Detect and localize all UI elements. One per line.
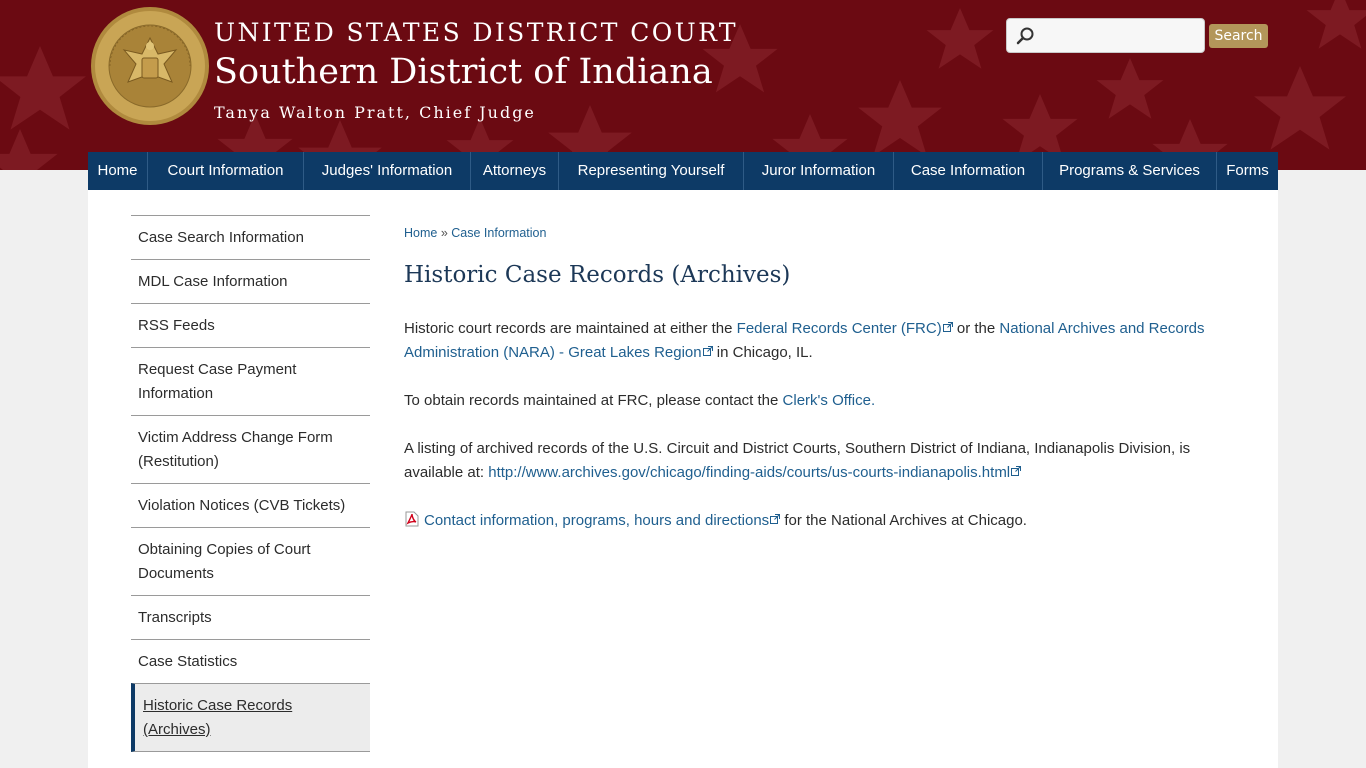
clerks-office-link[interactable]: Clerk's Office. (783, 392, 876, 409)
paragraph-national-archives-contact: Contact information, programs, hours and… (404, 509, 1244, 533)
sidebar-item-obtaining-copies[interactable]: Obtaining Copies of Court Documents (131, 527, 370, 595)
breadcrumb-case-information-link[interactable]: Case Information (451, 226, 546, 240)
external-link-icon (770, 514, 781, 524)
sidebar-item-rss-feeds[interactable]: RSS Feeds (131, 303, 370, 347)
nav-item-attorneys[interactable]: Attorneys (471, 152, 559, 190)
nav-item-case-information[interactable]: Case Information (894, 152, 1043, 190)
pdf-icon (405, 511, 419, 527)
main-nav: Home Court Information Judges' Informati… (88, 152, 1278, 190)
nav-item-programs-services[interactable]: Programs & Services (1043, 152, 1217, 190)
external-link-icon (702, 346, 713, 356)
chief-judge-line: Tanya Walton Pratt, Chief Judge (214, 103, 536, 122)
external-link-icon (1011, 466, 1022, 476)
paragraph-archived-listing: A listing of archived records of the U.S… (404, 437, 1244, 485)
archives-url-link[interactable]: http://www.archives.gov/chicago/finding-… (488, 464, 1010, 481)
sidebar-item-mdl-case-information[interactable]: MDL Case Information (131, 259, 370, 303)
court-seal-logo[interactable] (90, 6, 210, 126)
search-field[interactable] (1006, 18, 1205, 53)
page-title: Historic Case Records (Archives) (404, 262, 791, 288)
paragraph-records-location: Historic court records are maintained at… (404, 317, 1244, 365)
p1-text-1: Historic court records are maintained at… (404, 320, 737, 337)
search-input[interactable] (1041, 23, 1199, 49)
nav-item-forms[interactable]: Forms (1217, 152, 1278, 190)
p4-text: for the National Archives at Chicago. (780, 512, 1027, 529)
external-link-icon (942, 322, 953, 332)
sidebar-menu: Case Search Information MDL Case Informa… (131, 215, 370, 752)
nav-item-home[interactable]: Home (88, 152, 148, 190)
nav-item-court-information[interactable]: Court Information (148, 152, 304, 190)
main-content: Home » Case Information Historic Case Re… (404, 222, 1244, 529)
contact-info-pdf-link[interactable]: Contact information, programs, hours and… (424, 512, 769, 529)
nav-item-representing-yourself[interactable]: Representing Yourself (559, 152, 744, 190)
nav-item-judges-information[interactable]: Judges' Information (304, 152, 471, 190)
nav-item-juror-information[interactable]: Juror Information (744, 152, 894, 190)
court-name-line1: UNITED STATES DISTRICT COURT (214, 18, 738, 47)
breadcrumb-home-link[interactable]: Home (404, 226, 437, 240)
court-district-title[interactable]: Southern District of Indiana (214, 52, 713, 92)
sidebar-item-historic-case-records[interactable]: Historic Case Records (Archives) (131, 683, 370, 752)
paragraph-contact-clerk: To obtain records maintained at FRC, ple… (404, 389, 1244, 413)
frc-link[interactable]: Federal Records Center (FRC) (737, 320, 942, 337)
breadcrumb: Home » Case Information (404, 222, 1244, 244)
p2-text-1: To obtain records maintained at FRC, ple… (404, 392, 783, 409)
breadcrumb-separator: » (440, 226, 448, 240)
search-icon (1016, 27, 1034, 45)
sidebar-item-case-statistics[interactable]: Case Statistics (131, 639, 370, 683)
sidebar-item-request-case-payment[interactable]: Request Case Payment Information (131, 347, 370, 415)
sidebar-item-violation-notices[interactable]: Violation Notices (CVB Tickets) (131, 483, 370, 527)
sidebar-item-case-search-information[interactable]: Case Search Information (131, 215, 370, 259)
p1-text-2: or the (952, 320, 1000, 337)
search-button[interactable]: Search (1209, 24, 1268, 48)
p1-text-3: in Chicago, IL. (712, 344, 813, 361)
site-header: UNITED STATES DISTRICT COURT Southern Di… (0, 0, 1366, 170)
sidebar-item-victim-address-change[interactable]: Victim Address Change Form (Restitution) (131, 415, 370, 483)
sidebar-item-transcripts[interactable]: Transcripts (131, 595, 370, 639)
